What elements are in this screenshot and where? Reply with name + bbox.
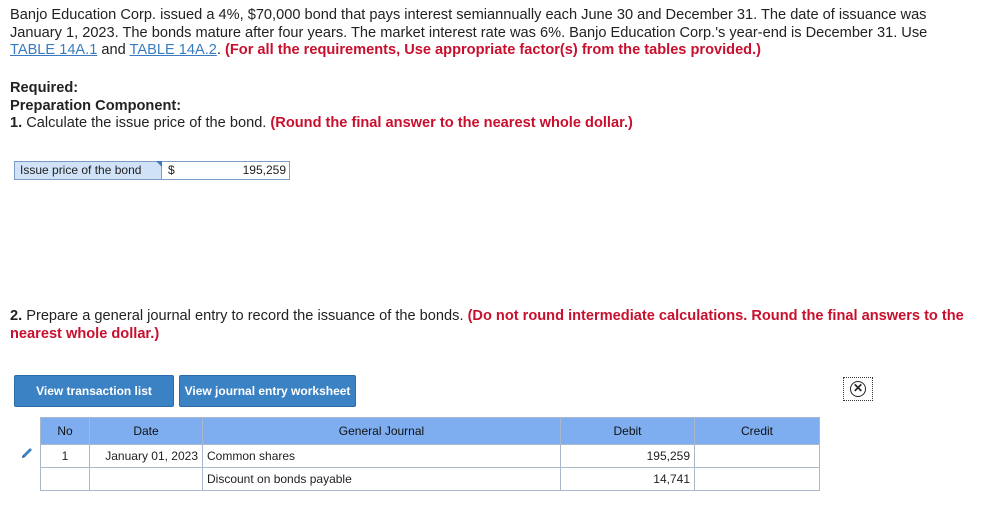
- required-heading: Required:: [10, 80, 79, 96]
- col-general-journal: General Journal: [202, 417, 561, 445]
- row-account[interactable]: Discount on bonds payable: [202, 467, 561, 491]
- q1-number: 1.: [10, 115, 23, 131]
- currency-symbol: $: [168, 163, 175, 177]
- row-debit[interactable]: 14,741: [560, 467, 695, 491]
- issue-price-label: Issue price of the bond: [14, 161, 162, 180]
- table-row[interactable]: Discount on bonds payable 14,741: [40, 467, 820, 491]
- question-1: 1. Calculate the issue price of the bond…: [10, 115, 633, 133]
- q2-number: 2.: [10, 308, 23, 324]
- requirements-block: Required: Preparation Component: 1. Calc…: [10, 80, 633, 133]
- row-account[interactable]: Common shares: [202, 444, 561, 468]
- journal-table: No Date General Journal Debit Credit 1 J…: [40, 417, 820, 491]
- problem-text-period: .: [216, 42, 225, 58]
- q2-text: Prepare a general journal entry to recor…: [22, 308, 468, 324]
- issue-price-row: Issue price of the bond $ 195,259: [14, 161, 290, 180]
- problem-text: Banjo Education Corp. issued a 4%, $70,0…: [10, 7, 928, 41]
- comment-marker-icon: [156, 161, 162, 167]
- question-2: 2. Prepare a general journal entry to re…: [10, 308, 970, 343]
- table-14a2-link[interactable]: TABLE 14A.2: [130, 42, 217, 58]
- issue-price-label-text: Issue price of the bond: [20, 163, 142, 177]
- row-no: [40, 467, 90, 491]
- pencil-icon[interactable]: [20, 446, 34, 460]
- row-date: [89, 467, 203, 491]
- problem-note: (For all the requirements, Use appropria…: [225, 42, 762, 58]
- row-no: 1: [40, 444, 90, 468]
- component-heading: Preparation Component:: [10, 97, 182, 114]
- q1-text: Calculate the issue price of the bond.: [22, 115, 271, 131]
- view-journal-entry-worksheet-button[interactable]: View journal entry worksheet: [179, 375, 356, 407]
- row-debit[interactable]: 195,259: [560, 444, 695, 468]
- view-transaction-list-button[interactable]: View transaction list: [14, 375, 174, 407]
- issue-price-input[interactable]: $ 195,259: [162, 161, 290, 180]
- row-credit[interactable]: [694, 444, 820, 468]
- journal-header-row: No Date General Journal Debit Credit: [40, 417, 820, 445]
- q1-note: (Round the final answer to the nearest w…: [270, 115, 633, 131]
- col-credit: Credit: [694, 417, 820, 445]
- problem-statement: Banjo Education Corp. issued a 4%, $70,0…: [10, 7, 970, 60]
- close-icon[interactable]: ✕: [843, 377, 873, 401]
- row-credit[interactable]: [694, 467, 820, 491]
- row-date: January 01, 2023: [89, 444, 203, 468]
- problem-text-and: and: [97, 42, 130, 58]
- table-row[interactable]: 1 January 01, 2023 Common shares 195,259: [40, 444, 820, 468]
- issue-price-value: 195,259: [242, 163, 286, 177]
- col-debit: Debit: [560, 417, 695, 445]
- col-date: Date: [89, 417, 203, 445]
- col-no: No: [40, 417, 90, 445]
- table-14a1-link[interactable]: TABLE 14A.1: [10, 42, 97, 58]
